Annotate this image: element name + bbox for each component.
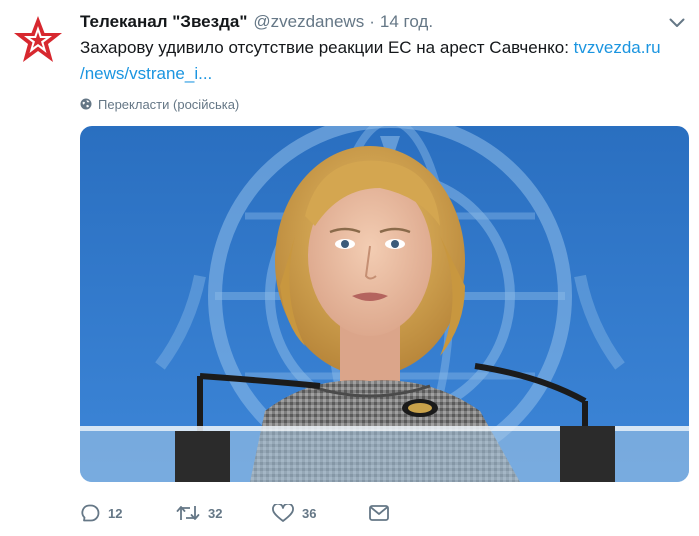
tweet-header: Телеканал "Звезда" @zvezdanews · 14 год. — [80, 11, 659, 35]
like-button[interactable]: 36 — [272, 504, 368, 522]
reply-icon — [81, 504, 100, 522]
retweet-icon — [176, 506, 200, 520]
globe-icon — [80, 98, 92, 110]
tweet-media-image[interactable] — [80, 126, 689, 482]
tweet-timestamp[interactable]: 14 год. — [380, 11, 433, 33]
tweet-link-part2[interactable]: /news/vstrane_i... — [80, 64, 212, 83]
tweet-text: Захарову удивило отсутствие реакции ЕС н… — [80, 35, 680, 87]
display-name[interactable]: Телеканал "Звезда" — [80, 11, 247, 33]
zvezda-logo-icon — [14, 16, 62, 62]
reply-count: 12 — [108, 505, 123, 521]
tweet-card[interactable]: Телеканал "Звезда" @zvezdanews · 14 год.… — [0, 0, 699, 536]
translate-button[interactable]: Перекласти (російська) — [80, 95, 239, 113]
separator-dot: · — [369, 12, 375, 31]
translate-label[interactable]: Перекласти (російська) — [98, 97, 239, 112]
tweet-actions: 12 32 36 — [80, 500, 390, 526]
user-handle[interactable]: @zvezdanews — [253, 11, 364, 33]
tweet-menu-button[interactable] — [667, 14, 687, 32]
retweet-count: 32 — [208, 505, 223, 521]
press-conference-photo — [80, 126, 689, 482]
retweet-button[interactable]: 32 — [176, 504, 272, 522]
tweet-body: Захарову удивило отсутствие реакции ЕС н… — [80, 38, 574, 57]
like-count: 36 — [302, 505, 317, 521]
reply-button[interactable]: 12 — [80, 504, 176, 522]
heart-icon — [272, 504, 294, 522]
chevron-down-icon — [669, 18, 685, 27]
envelope-icon — [369, 505, 389, 521]
tweet-link-part1[interactable]: tvzvezda.ru — [574, 38, 661, 57]
avatar[interactable] — [10, 12, 66, 68]
direct-message-button[interactable] — [368, 504, 390, 522]
